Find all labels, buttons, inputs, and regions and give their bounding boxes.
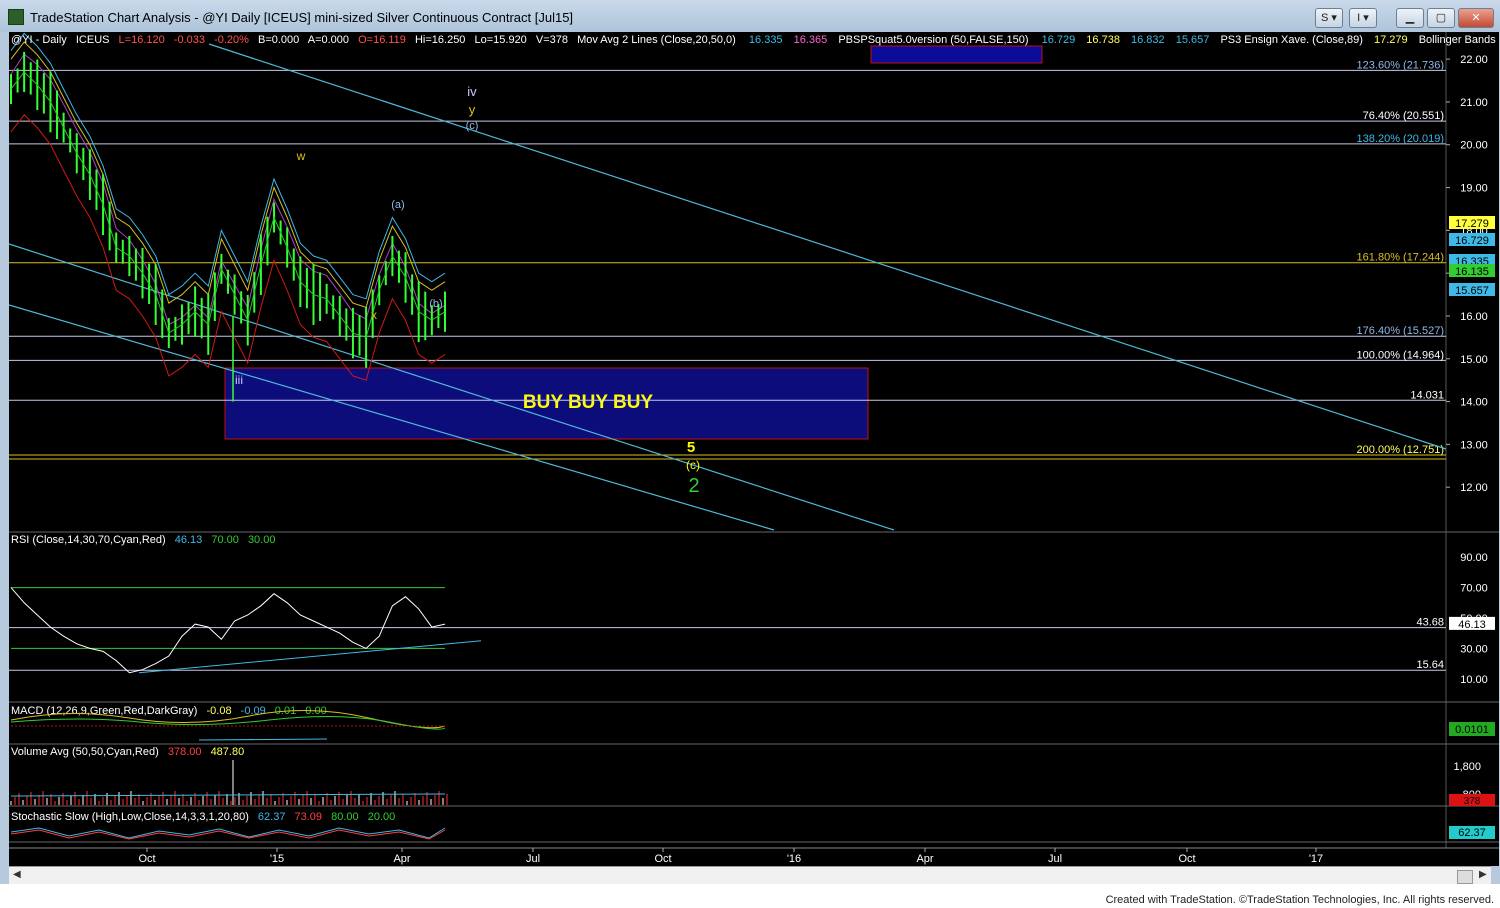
volume-bars — [10, 760, 448, 805]
rsi-tick-label: 90.00 — [1460, 552, 1488, 564]
target-zone-box — [870, 45, 1043, 64]
fib-level-label: 123.60% (21.736) — [1357, 59, 1444, 71]
rsi-level-label: 43.68 — [1416, 617, 1444, 629]
footer: Created with TradeStation. ©TradeStation… — [0, 884, 1500, 908]
price-badge-text: 15.657 — [1455, 285, 1489, 297]
close-button[interactable]: ✕ — [1458, 8, 1494, 28]
time-tick-label: Jul — [1048, 853, 1062, 865]
price-badge-text: 16.729 — [1455, 235, 1489, 247]
chart-area[interactable]: BUY BUY BUY 123.60% (21.736) 76.40% (20.5… — [8, 32, 1500, 866]
time-tick-label: Apr — [916, 853, 933, 865]
price-badges: 17.27916.72916.33516.13515.657 — [1449, 216, 1495, 297]
fib-level-label: 100.00% (14.964) — [1357, 349, 1444, 361]
price-series — [10, 32, 446, 402]
indicator-i-button[interactable]: I ▾ — [1349, 8, 1377, 28]
time-tick-label: Jul — [526, 853, 540, 865]
wave-label-2: 2 — [688, 475, 699, 497]
scroll-right-icon[interactable]: ▶ — [1479, 869, 1487, 880]
price-tick-label: 20.00 — [1460, 140, 1488, 152]
minimize-button[interactable]: ▁ — [1396, 8, 1424, 28]
macd-badge-text: 0.0101 — [1455, 724, 1489, 736]
price-tick-label: 14.00 — [1460, 397, 1488, 409]
price-tick-label: 21.00 — [1460, 97, 1488, 109]
price-tick-label: 12.00 — [1460, 482, 1488, 494]
wave-label-w: w — [296, 149, 306, 163]
wave-label-x: x — [371, 308, 377, 322]
macd-legend: MACD (12,26,9,Green,Red,DarkGray) -0.08 … — [11, 705, 327, 717]
rsi-trend-line — [138, 640, 482, 674]
rsi-pane: 90.0070.0050.0030.0010.0043.6815.6446.13 — [9, 552, 1495, 686]
wave-label-iv: iv — [467, 84, 477, 99]
price-tick-label: 15.00 — [1460, 354, 1488, 366]
volume-avg-line — [10, 793, 446, 797]
rsi-tick-label: 30.00 — [1460, 643, 1488, 655]
wave-label-y: y — [469, 102, 476, 117]
wave-label-b: (b) — [429, 298, 442, 310]
macd-signal-line — [10, 715, 446, 730]
wave-label-c-lower: (c) — [686, 458, 700, 472]
macd-trend-line — [198, 738, 328, 741]
wave-label-c-upper: (c) — [466, 120, 479, 132]
maximize-button[interactable]: ▢ — [1427, 8, 1455, 28]
price-badge-text: 17.279 — [1455, 218, 1489, 230]
wave-label-a: (a) — [391, 199, 404, 211]
fib-level-label: 200.00% (12.751) — [1357, 444, 1444, 456]
fib-level-label: 138.20% (20.019) — [1357, 133, 1444, 145]
scroll-thumb[interactable] — [1457, 870, 1473, 884]
copyright-text: Created with TradeStation. ©TradeStation… — [1105, 894, 1494, 906]
volume-tick-1800: 1,800 — [1453, 761, 1481, 773]
rsi-line — [10, 587, 446, 674]
tradestation-icon — [8, 9, 24, 25]
fib-level-label: 14.031 — [1410, 389, 1444, 401]
price-tick-label: 16.00 — [1460, 311, 1488, 323]
time-tick-label: '17 — [1309, 853, 1323, 865]
buy-zone-label: BUY BUY BUY — [523, 392, 654, 413]
rsi-badge-text: 46.13 — [1458, 619, 1486, 631]
time-tick-label: Oct — [1178, 853, 1195, 865]
ensign-average-line — [10, 41, 446, 309]
title-bar: TradeStation Chart Analysis - @YI Daily … — [0, 0, 1500, 32]
time-tick-label: '16 — [787, 853, 801, 865]
time-tick-label: Oct — [138, 853, 155, 865]
time-axis: Oct '15 Apr Jul Oct '16 Apr Jul Oct '17 — [138, 848, 1323, 865]
fib-level-label: 76.40% (20.551) — [1363, 110, 1444, 122]
fib-level-label: 161.80% (17.244) — [1357, 252, 1444, 264]
symbol-s-button[interactable]: S ▾ — [1315, 8, 1343, 28]
price-tick-label: 22.00 — [1460, 54, 1488, 66]
fib-level-label: 176.40% (15.527) — [1357, 325, 1444, 337]
wave-label-5: 5 — [687, 439, 695, 456]
price-badge-text: 16.135 — [1455, 266, 1489, 278]
window-title: TradeStation Chart Analysis - @YI Daily … — [30, 10, 574, 25]
scroll-left-icon[interactable]: ◀ — [13, 869, 21, 880]
chart-canvas[interactable]: BUY BUY BUY 123.60% (21.736) 76.40% (20.5… — [8, 32, 1500, 866]
price-tick-label: 19.00 — [1460, 183, 1488, 195]
volume-badge-text: 378 — [1464, 796, 1481, 807]
price-legend: @YI - Daily ICEUS L=16.120 -0.033 -0.20%… — [11, 34, 1499, 46]
rsi-tick-label: 70.00 — [1460, 583, 1488, 595]
time-tick-label: '15 — [270, 853, 284, 865]
time-tick-label: Oct — [654, 853, 671, 865]
volume-legend: Volume Avg (50,50,Cyan,Red) 378.00 487.8… — [11, 746, 244, 758]
horizontal-scrollbar[interactable]: ◀ ▶ — [9, 866, 1491, 885]
rsi-legend: RSI (Close,14,30,70,Cyan,Red) 46.13 70.0… — [11, 534, 275, 546]
wave-label-iii: iii — [235, 373, 243, 387]
app-window: TradeStation Chart Analysis - @YI Daily … — [0, 0, 1500, 908]
stochastic-badge-text: 62.37 — [1458, 827, 1486, 839]
stochastic-legend: Stochastic Slow (High,Low,Close,14,3,3,1… — [11, 811, 395, 823]
time-tick-label: Apr — [393, 853, 410, 865]
rsi-level-label: 15.64 — [1416, 659, 1444, 671]
price-tick-label: 13.00 — [1460, 439, 1488, 451]
rsi-tick-label: 10.00 — [1460, 674, 1488, 686]
